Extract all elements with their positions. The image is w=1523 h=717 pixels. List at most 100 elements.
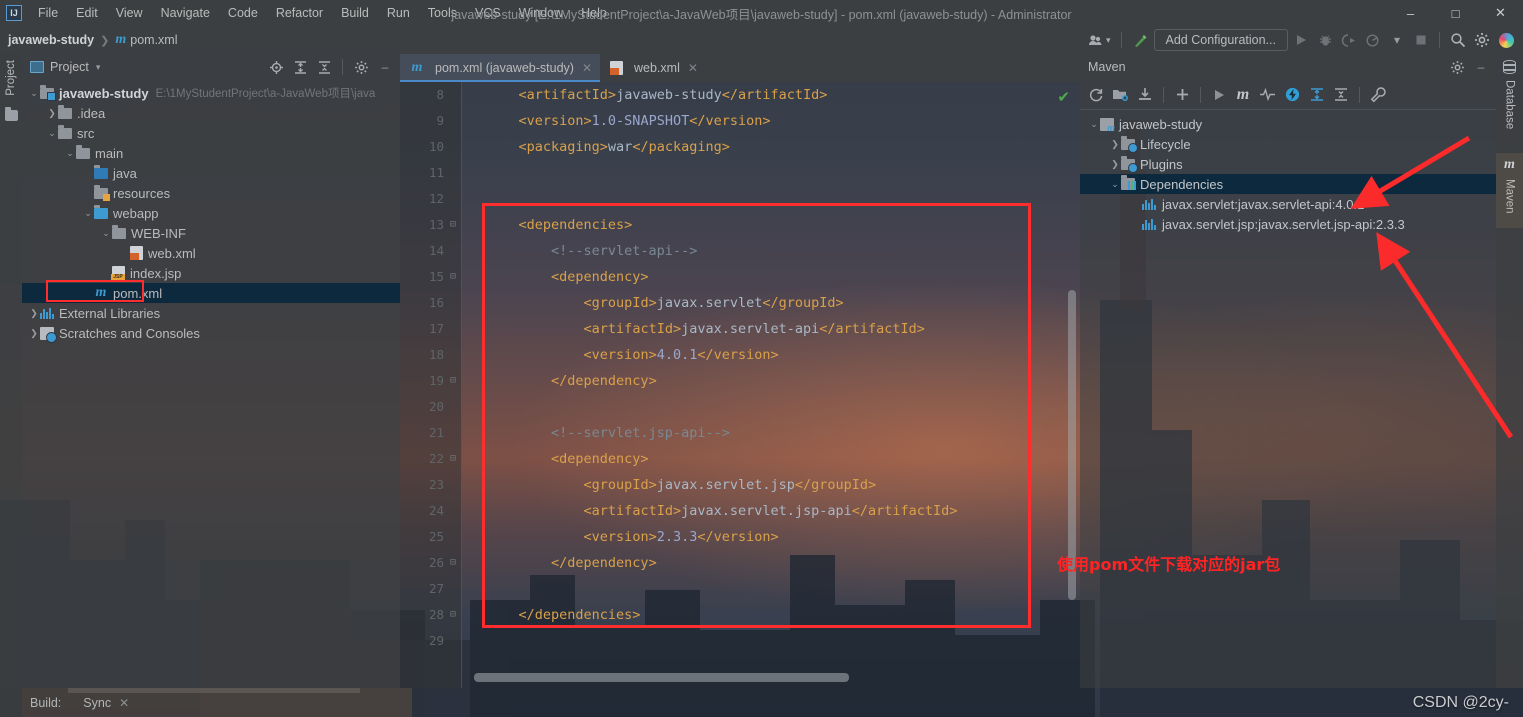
code-line[interactable]: 15 ⊟ <dependency> [400,264,1080,290]
code-line[interactable]: 17 <artifactId>javax.servlet-api</artifa… [400,316,1080,342]
folder-icon[interactable] [4,106,18,121]
code-line[interactable]: 28 ⊟ </dependencies> [400,602,1080,628]
maven-tree-item-javaweb-study[interactable]: ⌄ javaweb-study [1080,114,1496,134]
code-line[interactable]: 27 [400,576,1080,602]
menu-item-code[interactable]: Code [219,3,267,23]
code-line[interactable]: 8 <artifactId>javaweb-study</artifactId> [400,82,1080,108]
project-settings-gear-icon[interactable] [350,56,372,78]
project-tree-item-external-libraries[interactable]: ❯ External Libraries [22,303,400,323]
chevron-down-icon[interactable]: ▾ [1386,29,1408,51]
maven-tree[interactable]: ⌄ javaweb-study ❯ Lifecycle ❯ Plugins ⌄ Depende… [1080,110,1496,688]
code-line[interactable]: 18 <version>4.0.1</version> [400,342,1080,368]
project-tree-item-web-inf[interactable]: ⌄ WEB-INF [22,223,400,243]
menu-item-build[interactable]: Build [332,3,378,23]
stop-icon[interactable] [1410,29,1432,51]
profile-icon[interactable] [1362,29,1384,51]
minimize-button[interactable]: – [1388,0,1433,26]
chevron-right-icon[interactable]: ❯ [1109,159,1121,170]
menu-item-vcs[interactable]: VCS [466,3,510,23]
gear-icon[interactable] [1471,29,1493,51]
maven-goal-icon[interactable]: m [1232,84,1254,106]
maximize-button[interactable]: □ [1433,0,1478,26]
chevron-down-icon[interactable]: ⌄ [100,228,112,239]
fold-marker-icon[interactable]: ⊟ [444,550,462,576]
code-line[interactable]: 19 ⊟ </dependency> [400,368,1080,394]
maven-expand-all-icon[interactable] [1306,84,1328,106]
maven-collapse-all-icon[interactable] [1330,84,1352,106]
maven-tree-item-dependencies[interactable]: ⌄ Dependencies [1080,174,1496,194]
reload-icon[interactable] [1085,84,1107,106]
project-tree-item-idea[interactable]: ❯ .idea [22,103,400,123]
project-tree-item-src[interactable]: ⌄ src [22,123,400,143]
sync-label[interactable]: Sync [83,696,111,710]
code-line[interactable]: 13 ⊟ <dependencies> [400,212,1080,238]
chevron-down-icon[interactable]: ⌄ [82,208,94,219]
project-view-chevron-down-icon[interactable]: ▾ [96,62,101,73]
project-tree-item-resources[interactable]: resources [22,183,400,203]
editor-tab-web-xml[interactable]: web.xml ✕ [600,54,706,82]
search-icon[interactable] [1447,29,1469,51]
menu-item-edit[interactable]: Edit [67,3,107,23]
offline-mode-icon[interactable] [1281,84,1304,106]
project-tree-item-web-xml[interactable]: web.xml [22,243,400,263]
code-line[interactable]: 25 <version>2.3.3</version> [400,524,1080,550]
add-icon[interactable] [1171,84,1193,106]
inspection-ok-icon[interactable]: ✔ [1057,88,1070,106]
code-content[interactable]: 8 <artifactId>javaweb-study</artifactId>… [400,82,1080,688]
project-tree-item-pom-xml[interactable]: m pom.xml [22,283,400,303]
scrollbar-thumb[interactable] [474,673,849,682]
breadcrumb-project[interactable]: javaweb-study [8,33,94,47]
menu-item-refactor[interactable]: Refactor [267,3,332,23]
share-icon[interactable]: ▾ [1085,29,1114,51]
maven-tree-item-javax-servlet-javax-servlet-api-4-0-1[interactable]: javax.servlet:javax.servlet-api:4.0.1 [1080,194,1496,214]
debug-icon[interactable] [1314,29,1336,51]
code-line[interactable]: 14 <!--servlet-api--> [400,238,1080,264]
maven-tree-item-plugins[interactable]: ❯ Plugins [1080,154,1496,174]
fold-marker-icon[interactable]: ⊟ [444,264,462,290]
toggle-skip-tests-icon[interactable] [1256,84,1279,106]
chevron-right-icon[interactable]: ❯ [28,328,40,339]
project-tree-item-webapp[interactable]: ⌄ webapp [22,203,400,223]
tool-tab-maven[interactable]: Maven [1501,173,1519,220]
code-line[interactable]: 10 <packaging>war</packaging> [400,134,1080,160]
download-sources-icon[interactable] [1134,84,1156,106]
code-line[interactable]: 16 <groupId>javax.servlet</groupId> [400,290,1080,316]
run-icon[interactable] [1290,29,1312,51]
breadcrumb-file[interactable]: pom.xml [130,33,177,47]
project-tree[interactable]: ⌄ javaweb-study E:\1MyStudentProject\a-Jav… [22,80,400,688]
expand-all-icon[interactable] [289,56,311,78]
chevron-right-icon[interactable]: ❯ [46,108,58,119]
chevron-right-icon[interactable]: ❯ [28,308,40,319]
code-line[interactable]: 24 <artifactId>javax.servlet.jsp-api</ar… [400,498,1080,524]
maven-settings-gear-icon[interactable] [1446,56,1468,78]
editor-tab-pom-xml[interactable]: m pom.xml (javaweb-study) ✕ [400,54,600,82]
maven-tree-item-javax-servlet-jsp-javax-servlet-jsp-api-2-3-3[interactable]: javax.servlet.jsp:javax.servlet.jsp-api:… [1080,214,1496,234]
tool-tab-database[interactable]: Database [1501,74,1519,135]
sync-close-icon[interactable]: ✕ [119,696,129,710]
collapse-all-icon[interactable] [313,56,335,78]
menu-item-window[interactable]: Window [510,3,572,23]
code-line[interactable]: 26 ⊟ </dependency> [400,550,1080,576]
code-line[interactable]: 23 <groupId>javax.servlet.jsp</groupId> [400,472,1080,498]
code-line[interactable]: 22 ⊟ <dependency> [400,446,1080,472]
code-line[interactable]: 21 <!--servlet.jsp-api--> [400,420,1080,446]
menu-item-file[interactable]: File [29,3,67,23]
maven-hide-panel-icon[interactable]: – [1470,56,1492,78]
editor-body[interactable]: 8 <artifactId>javaweb-study</artifactId>… [400,82,1080,688]
fold-marker-icon[interactable]: ⊟ [444,446,462,472]
editor-tab-close-icon[interactable]: ✕ [688,61,698,75]
project-tree-item-index-jsp[interactable]: index.jsp [22,263,400,283]
menu-item-tools[interactable]: Tools [419,3,466,23]
locate-icon[interactable] [265,56,287,78]
maven-run-icon[interactable] [1208,84,1230,106]
editor-horizontal-scrollbar[interactable] [462,673,1074,682]
build-icon[interactable] [1129,29,1152,51]
menu-item-run[interactable]: Run [378,3,419,23]
project-tree-item-main[interactable]: ⌄ main [22,143,400,163]
maven-settings-wrench-icon[interactable] [1367,84,1390,106]
generate-sources-icon[interactable] [1109,84,1132,106]
chevron-down-icon[interactable]: ⌄ [1088,119,1100,130]
chevron-right-icon[interactable]: ❯ [1109,139,1121,150]
fold-marker-icon[interactable]: ⊟ [444,602,462,628]
fold-marker-icon[interactable]: ⊟ [444,212,462,238]
